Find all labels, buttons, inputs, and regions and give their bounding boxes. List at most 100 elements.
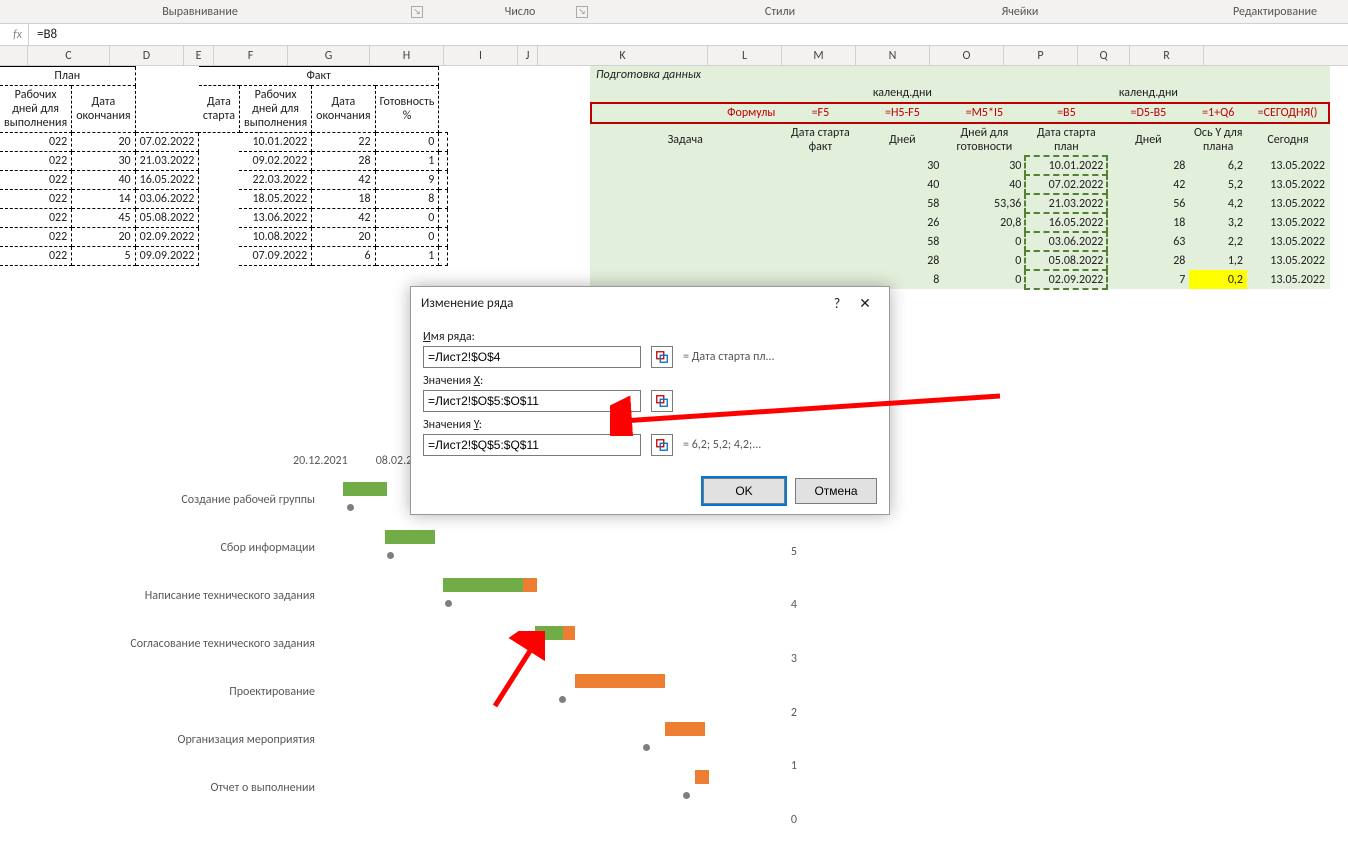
col-J[interactable]: J bbox=[518, 46, 538, 65]
cancel-button[interactable]: Отмена bbox=[795, 478, 877, 504]
category-label: Отчет о выполнении bbox=[105, 781, 325, 795]
y-values-label: Значения Y: bbox=[423, 418, 877, 432]
series-name-input[interactable] bbox=[423, 346, 641, 368]
bar-orange bbox=[695, 770, 709, 784]
formula-input[interactable]: =B8 bbox=[29, 27, 1348, 42]
col-P[interactable]: P bbox=[1004, 46, 1078, 65]
col-F[interactable]: F bbox=[214, 46, 288, 65]
col-D[interactable]: D bbox=[110, 46, 184, 65]
number-launcher-icon[interactable]: ↘ bbox=[576, 6, 588, 18]
group-alignment: Выравнивание bbox=[100, 5, 300, 19]
table-row[interactable]: 28005.08.2022281,213.05.2022 bbox=[591, 251, 1329, 270]
hdr-ready-pct: Готовность % bbox=[375, 86, 439, 133]
plan-dot bbox=[559, 696, 566, 703]
hdr-fact-end: Дата окончания bbox=[312, 86, 375, 133]
green-title: Подготовка данных bbox=[590, 66, 1330, 84]
alignment-launcher-icon[interactable]: ↘ bbox=[411, 6, 423, 18]
col-G[interactable]: G bbox=[288, 46, 370, 65]
formula-O: =B5 bbox=[1025, 103, 1107, 123]
col-E[interactable]: E bbox=[184, 46, 214, 65]
category-label: Создание рабочей группы bbox=[105, 493, 325, 507]
gh-task: Задача bbox=[591, 123, 779, 156]
category-label: Проектирование bbox=[105, 685, 325, 699]
table-row[interactable]: 0223021.03.202209.02.2022281 bbox=[0, 152, 448, 171]
table-row[interactable]: 0224505.08.202213.06.2022420 bbox=[0, 209, 448, 228]
bar-orange bbox=[563, 626, 575, 640]
table-row[interactable]: 0221403.06.202218.05.2022188 bbox=[0, 190, 448, 209]
fact-header: Факт bbox=[199, 67, 439, 86]
table-row[interactable]: 0222007.02.202210.01.2022220 bbox=[0, 133, 448, 152]
gh-days-ready: Дней для готовности bbox=[943, 123, 1025, 156]
y-values-result: = 6,2; 5,2; 4,2;... bbox=[683, 438, 761, 452]
dialog-title: Изменение ряда bbox=[421, 296, 823, 311]
ribbon-group-labels: Выравнивание ↘ Число ↘ Стили Ячейки Реда… bbox=[0, 0, 1348, 24]
gh-today: Сегодня bbox=[1247, 123, 1329, 156]
bar-green bbox=[443, 578, 523, 592]
edit-series-dialog: Изменение ряда ? ✕ Имя ряда: = Дата стар… bbox=[410, 286, 890, 515]
table-row[interactable]: 2620,816.05.2022183,213.05.2022 bbox=[591, 213, 1329, 232]
col-M[interactable]: M bbox=[782, 46, 856, 65]
col-C[interactable]: C bbox=[28, 46, 110, 65]
col-O[interactable]: O bbox=[930, 46, 1004, 65]
table-row[interactable]: 5853,3621.03.2022564,213.05.2022 bbox=[591, 194, 1329, 213]
category-label: Согласование технического задания bbox=[105, 637, 325, 651]
fx-icon[interactable]: fx bbox=[0, 28, 28, 42]
formula-L: =F5 bbox=[779, 103, 861, 123]
table-row[interactable]: 022509.09.202207.09.202261 bbox=[0, 247, 448, 266]
group-cells: Ячейки bbox=[970, 5, 1070, 19]
plan-dot bbox=[445, 600, 452, 607]
green-table[interactable]: календ.дни календ.дни Формулы =F5 =H5-F5… bbox=[590, 84, 1330, 289]
group-editing: Редактирование bbox=[1200, 5, 1348, 19]
x-values-input[interactable] bbox=[423, 390, 641, 412]
bar-green bbox=[343, 482, 387, 496]
x-values-label: Значения X: bbox=[423, 374, 877, 388]
bar-green bbox=[385, 530, 435, 544]
green-area: Подготовка данных календ.дни календ.дни … bbox=[590, 66, 1330, 289]
close-icon[interactable]: ✕ bbox=[851, 295, 879, 312]
hdr-plan-days: Рабочих дней для выполнения bbox=[0, 86, 72, 133]
ok-button[interactable]: OK bbox=[703, 478, 785, 504]
col-R[interactable]: R bbox=[1130, 46, 1204, 65]
column-headers: C D E F G H I J K L M N O P Q R bbox=[0, 46, 1348, 66]
plan-dot bbox=[537, 648, 544, 655]
table-row[interactable]: 58003.06.2022632,213.05.2022 bbox=[591, 232, 1329, 251]
group-styles: Стили bbox=[720, 5, 840, 19]
col-H[interactable]: H bbox=[370, 46, 444, 65]
col-L[interactable]: L bbox=[708, 46, 782, 65]
gh-start-fact: Дата старта факт bbox=[779, 123, 861, 156]
col-I[interactable]: I bbox=[444, 46, 518, 65]
cal-days-2: календ.дни bbox=[1107, 84, 1189, 103]
table-row[interactable]: 404007.02.2022425,213.05.2022 bbox=[591, 175, 1329, 194]
table-row[interactable]: 303010.01.2022286,213.05.2022 bbox=[591, 156, 1329, 175]
col-Q[interactable]: Q bbox=[1078, 46, 1130, 65]
series-name-label: Имя ряда: bbox=[423, 330, 877, 344]
formula-M: =H5-F5 bbox=[861, 103, 943, 123]
bar-orange bbox=[523, 578, 537, 592]
plan-dot bbox=[347, 504, 354, 511]
col-N[interactable]: N bbox=[856, 46, 930, 65]
table-row[interactable]: 0222002.09.202210.08.2022200 bbox=[0, 228, 448, 247]
chart-row: Организация мероприятия bbox=[105, 716, 815, 764]
hdr-plan-end: Дата окончания bbox=[72, 86, 135, 133]
collapse-range-icon[interactable] bbox=[651, 346, 673, 368]
left-table[interactable]: План Факт Рабочих дней для выполнения Да… bbox=[0, 66, 448, 266]
col-K[interactable]: K bbox=[538, 46, 708, 65]
table-row[interactable]: 0224016.05.202222.03.2022429 bbox=[0, 171, 448, 190]
category-label: Написание технического задания bbox=[105, 589, 325, 603]
category-label: Сбор информации bbox=[105, 541, 325, 555]
formula-bar: fx =B8 bbox=[0, 24, 1348, 46]
series-name-result: = Дата старта пл... bbox=[683, 350, 775, 364]
gh-axis-y: Ось Y для плана bbox=[1189, 123, 1247, 156]
chart-row: Сбор информации bbox=[105, 524, 815, 572]
y-values-input[interactable] bbox=[423, 434, 641, 456]
plan-header: План bbox=[0, 67, 135, 86]
plan-dot bbox=[643, 744, 650, 751]
formula-Q: =1+Q6 bbox=[1189, 103, 1247, 123]
gh-start-plan: Дата старта план bbox=[1025, 123, 1107, 156]
collapse-range-icon-y[interactable] bbox=[651, 434, 673, 456]
collapse-range-icon-x[interactable] bbox=[651, 390, 673, 412]
help-icon[interactable]: ? bbox=[823, 295, 851, 312]
formulas-label: Формулы bbox=[591, 103, 779, 123]
chart-row: Проектирование bbox=[105, 668, 815, 716]
chart-row: Написание технического задания bbox=[105, 572, 815, 620]
